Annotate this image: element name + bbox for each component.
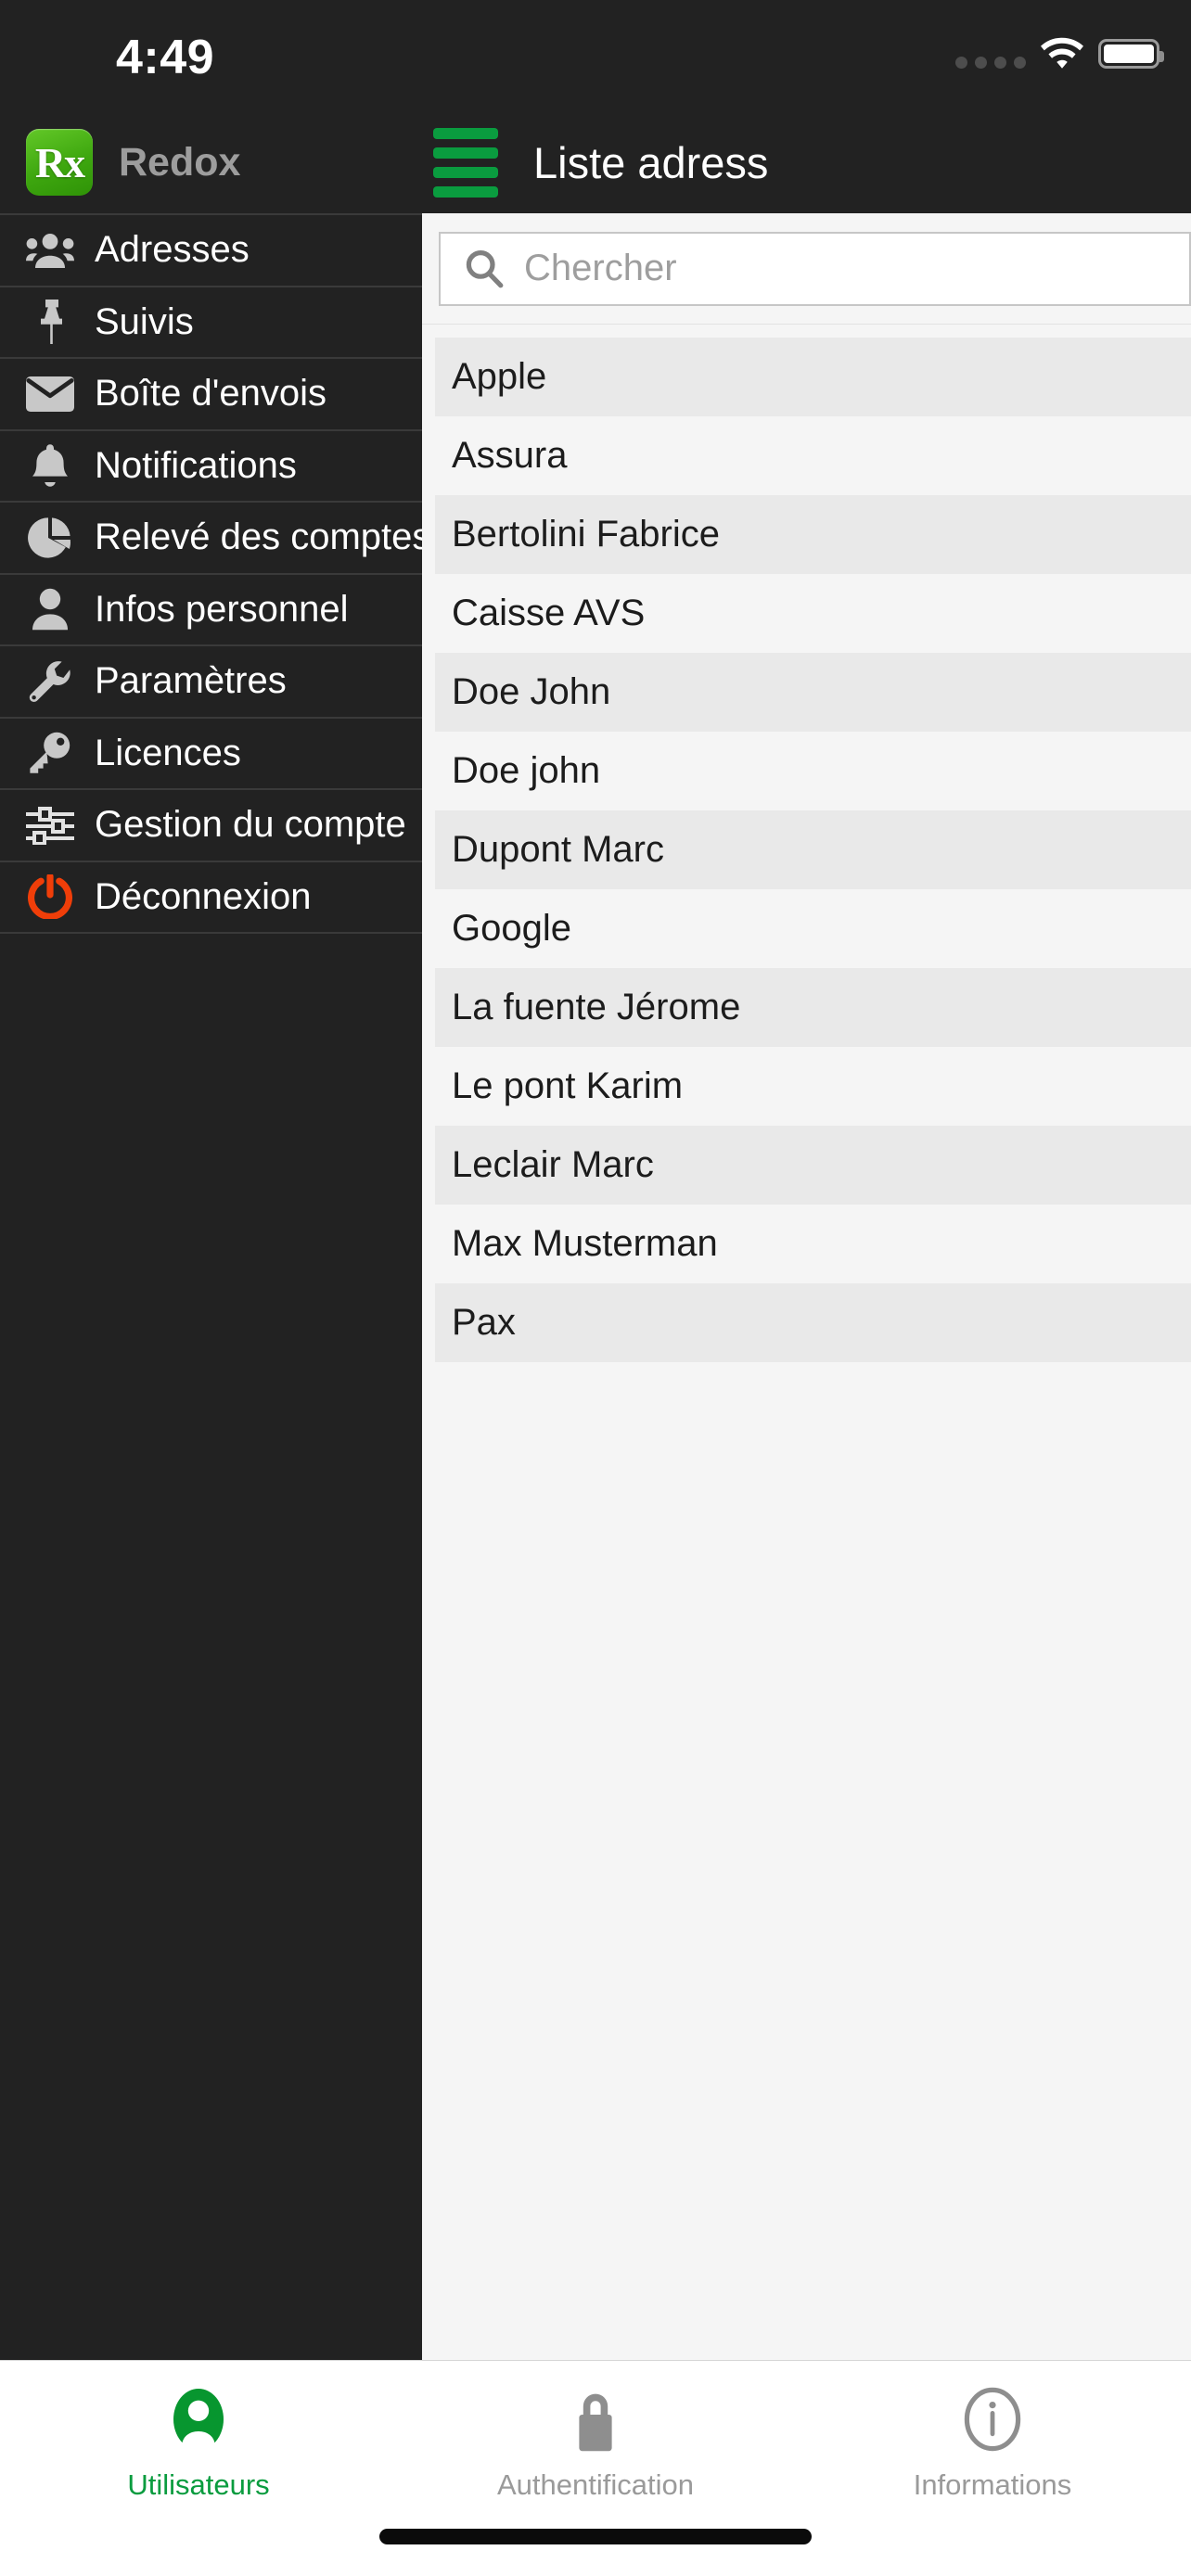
- battery-full-icon: [1098, 39, 1164, 69]
- tab-label: Authentification: [497, 2468, 694, 2501]
- sidebar-drawer: Adresses Suivis Boîte d'envois Notificat…: [0, 213, 430, 2360]
- tab-label: Utilisateurs: [127, 2468, 270, 2501]
- tab-utilisateurs[interactable]: Utilisateurs: [0, 2385, 397, 2502]
- sidebar-item-label: Gestion du compte: [95, 804, 406, 846]
- pie-chart-icon: [15, 516, 85, 560]
- list-item[interactable]: La fuente Jérome: [435, 968, 1191, 1047]
- sidebar-item-notifications[interactable]: Notifications: [0, 431, 422, 503]
- sidebar-item-boite-denvois[interactable]: Boîte d'envois: [0, 359, 422, 431]
- status-time: 4:49: [116, 31, 215, 84]
- app-screen: 4:49 Rx Redox Liste adress Adresses Suiv…: [0, 0, 1191, 2576]
- signal-dots-icon: [955, 35, 1026, 72]
- page-title: Liste adress: [533, 137, 769, 187]
- sidebar-item-label: Adresses: [95, 229, 250, 271]
- list-item[interactable]: Bertolini Fabrice: [435, 495, 1191, 574]
- sidebar-item-suivis[interactable]: Suivis: [0, 287, 422, 359]
- sidebar-item-releve-des-comptes[interactable]: Relevé des comptes: [0, 503, 430, 575]
- tab-informations[interactable]: Informations: [794, 2385, 1191, 2502]
- sidebar-item-licences[interactable]: Licences: [0, 719, 422, 790]
- list-item[interactable]: Caisse AVS: [435, 574, 1191, 653]
- people-icon: [15, 232, 85, 269]
- list-item[interactable]: Le pont Karim: [435, 1047, 1191, 1126]
- list-item[interactable]: Apple: [435, 338, 1191, 416]
- list-item[interactable]: Dupont Marc: [435, 810, 1191, 889]
- wifi-icon: [1041, 37, 1083, 69]
- key-icon: [15, 732, 85, 774]
- lock-icon: [570, 2385, 621, 2454]
- list-item[interactable]: Assura: [435, 416, 1191, 495]
- sidebar-item-adresses[interactable]: Adresses: [0, 215, 422, 287]
- search-field-wrapper[interactable]: [439, 231, 1191, 306]
- tab-label: Informations: [913, 2468, 1072, 2501]
- list-item[interactable]: Doe John: [435, 653, 1191, 732]
- status-bar: 4:49: [0, 0, 1191, 111]
- rx-logo-text: Rx: [34, 138, 85, 186]
- app-name: Redox: [119, 139, 241, 185]
- content-panel: Apple Assura Bertolini Fabrice Caisse AV…: [422, 213, 1191, 2360]
- sidebar-item-deconnexion[interactable]: Déconnexion: [0, 862, 422, 934]
- rx-logo-icon: Rx: [26, 129, 93, 196]
- power-icon: [15, 874, 85, 920]
- sidebar-item-label: Paramètres: [95, 660, 287, 702]
- sidebar-item-label: Relevé des comptes: [95, 516, 431, 558]
- list-item[interactable]: Doe john: [435, 732, 1191, 810]
- list-item[interactable]: Google: [435, 889, 1191, 968]
- search-input[interactable]: [524, 248, 1189, 289]
- search-icon: [466, 249, 504, 287]
- bell-icon: [15, 443, 85, 488]
- list-item[interactable]: Leclair Marc: [435, 1126, 1191, 1205]
- list-item[interactable]: Pax: [435, 1283, 1191, 1362]
- sidebar-item-gestion-du-compte[interactable]: Gestion du compte: [0, 790, 422, 862]
- sidebar-item-label: Suivis: [95, 300, 194, 342]
- sidebar-item-label: Notifications: [95, 444, 297, 486]
- user-circle-icon: [170, 2385, 227, 2454]
- person-icon: [15, 588, 85, 631]
- envelope-icon: [15, 376, 85, 412]
- pin-icon: [15, 300, 85, 345]
- search-bar: [422, 213, 1191, 325]
- app-header: Rx Redox Liste adress: [0, 111, 1191, 213]
- sliders-icon: [15, 806, 85, 845]
- wrench-icon: [15, 659, 85, 704]
- nav-header: Liste adress: [422, 111, 1191, 213]
- list-item[interactable]: Max Musterman: [435, 1205, 1191, 1283]
- tab-authentification[interactable]: Authentification: [397, 2385, 794, 2502]
- tab-bar: Utilisateurs Authentification Informatio…: [0, 2360, 1191, 2576]
- sidebar-item-label: Infos personnel: [95, 588, 349, 630]
- sidebar-item-label: Déconnexion: [95, 875, 312, 917]
- address-list: Apple Assura Bertolini Fabrice Caisse AV…: [422, 325, 1191, 1362]
- info-circle-icon: [964, 2385, 1021, 2454]
- hamburger-menu-icon[interactable]: [433, 127, 498, 198]
- sidebar-item-label: Licences: [95, 732, 241, 773]
- home-indicator: [379, 2529, 812, 2544]
- sidebar-item-label: Boîte d'envois: [95, 373, 327, 414]
- sidebar-item-parametres[interactable]: Paramètres: [0, 646, 422, 719]
- sidebar-item-infos-personnel[interactable]: Infos personnel: [0, 575, 422, 646]
- app-brand: Rx Redox: [0, 111, 422, 213]
- status-indicators: [955, 35, 1164, 72]
